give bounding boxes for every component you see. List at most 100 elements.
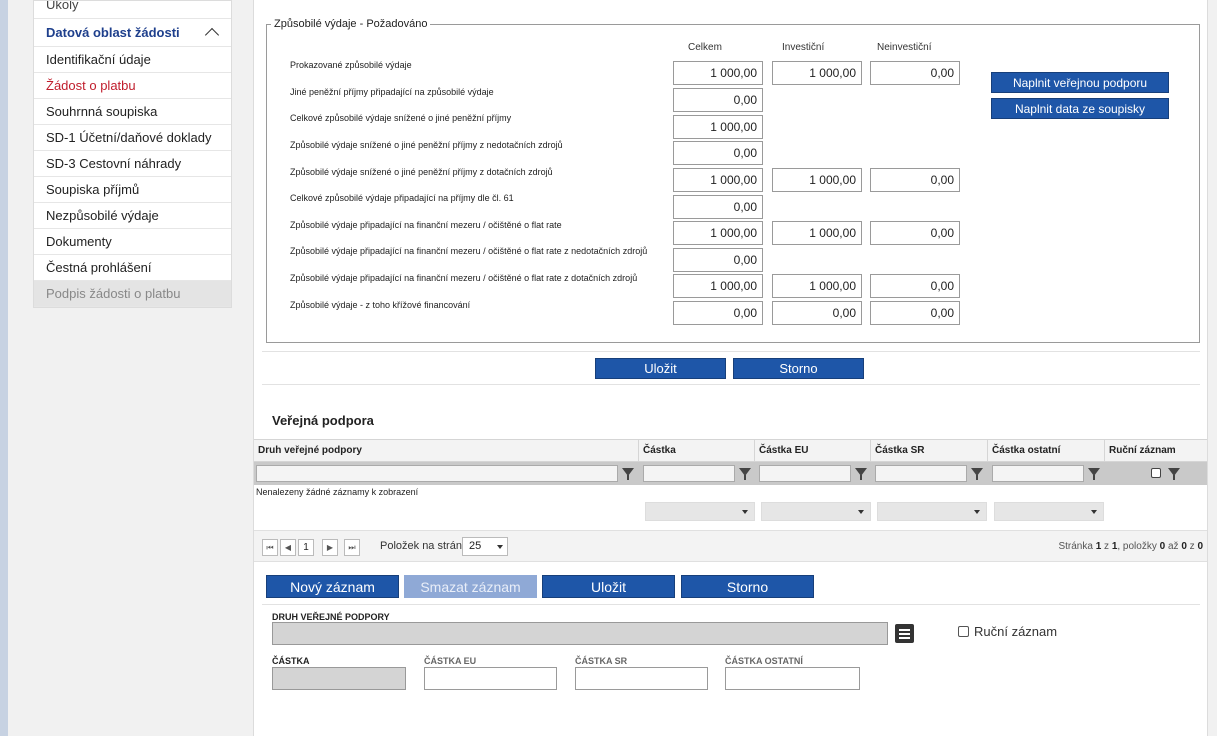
investicni-input[interactable]: 1 000,00	[772, 168, 862, 192]
castka-label: ČÁSTKA	[272, 656, 310, 666]
dropdown-arrow-icon	[497, 545, 503, 549]
form-separator	[262, 604, 1200, 605]
new-record-button[interactable]: Nový záznam	[266, 575, 399, 598]
delete-record-button[interactable]: Smazat záznam	[404, 575, 537, 598]
celkem-input[interactable]: 0,00	[673, 195, 763, 219]
celkem-input[interactable]: 0,00	[673, 141, 763, 165]
celkem-input[interactable]: 0,00	[673, 301, 763, 325]
filter-rucni-checkbox[interactable]	[1151, 468, 1161, 478]
sidebar-nav: Úkoly Datová oblast žádosti Identifikačn…	[33, 0, 232, 308]
investicni-input[interactable]: 1 000,00	[772, 61, 862, 85]
sidebar-item-identifikacni-udaje[interactable]: Identifikační údaje	[34, 47, 231, 73]
sidebar-item-soupiska-prijmu[interactable]: Soupiska příjmů	[34, 177, 231, 203]
filter-icon[interactable]	[971, 468, 983, 480]
celkem-input[interactable]: 1 000,00	[673, 221, 763, 245]
dropdown-arrow-icon	[1091, 510, 1097, 514]
main-panel: Způsobilé výdaje - Požadováno Celkem Inv…	[253, 0, 1208, 736]
castka-ostatni-field[interactable]	[725, 667, 860, 690]
naplnit-verejnou-podporu-button[interactable]: Naplnit veřejnou podporu	[991, 72, 1169, 93]
summary-castka-eu-select[interactable]	[761, 502, 871, 521]
filter-icon[interactable]	[1168, 468, 1180, 480]
filter-castka-sr-input[interactable]	[875, 465, 967, 482]
row-label-flat-rate-nedotacni: Způsobilé výdaje připadající na finanční…	[290, 246, 648, 256]
prev-page-icon[interactable]: ◀	[280, 539, 296, 556]
filter-icon[interactable]	[622, 468, 634, 480]
sidebar-item-ukoly[interactable]: Úkoly	[34, 1, 231, 19]
grid-summary-row	[254, 499, 1207, 523]
col-castka-eu[interactable]: Částka EU	[755, 440, 871, 462]
investicni-input[interactable]: 1 000,00	[772, 221, 862, 245]
neinvesticni-input[interactable]: 0,00	[870, 168, 960, 192]
col-druh[interactable]: Druh veřejné podpory	[254, 440, 639, 462]
summary-castka-sr-select[interactable]	[877, 502, 987, 521]
sidebar-item-zadost-o-platbu[interactable]: Žádost o platbu	[34, 73, 231, 99]
castka-field[interactable]	[272, 667, 406, 690]
sidebar-section-label: Datová oblast žádosti	[46, 25, 180, 40]
castka-sr-label: ČÁSTKA SR	[575, 656, 628, 666]
next-page-icon[interactable]: ▶	[322, 539, 338, 556]
col-castka-ostatni[interactable]: Částka ostatní	[988, 440, 1105, 462]
filter-icon[interactable]	[739, 468, 751, 480]
celkem-input[interactable]: 1 000,00	[673, 274, 763, 298]
list-icon[interactable]	[895, 624, 914, 643]
celkem-input[interactable]: 0,00	[673, 248, 763, 272]
row-label-prokazovane: Prokazované způsobilé výdaje	[290, 60, 412, 70]
dropdown-arrow-icon	[742, 510, 748, 514]
checkbox-icon	[958, 626, 969, 637]
castka-eu-label: ČÁSTKA EU	[424, 656, 477, 666]
current-page-input[interactable]: 1	[298, 539, 314, 556]
form-cancel-button[interactable]: Storno	[681, 575, 814, 598]
neinvesticni-input[interactable]: 0,00	[870, 61, 960, 85]
cancel-button[interactable]: Storno	[733, 358, 864, 379]
left-accent-bar	[0, 0, 8, 736]
col-castka[interactable]: Částka	[639, 440, 755, 462]
celkem-input[interactable]: 0,00	[673, 88, 763, 112]
col-rucni-zaznam[interactable]: Ruční záznam	[1105, 440, 1207, 462]
filter-castka-ostatni-input[interactable]	[992, 465, 1084, 482]
investicni-input[interactable]: 0,00	[772, 301, 862, 325]
action-bar: Uložit Storno	[262, 351, 1200, 385]
sidebar-item-dokumenty[interactable]: Dokumenty	[34, 229, 231, 255]
sidebar-item-nezpusobile-vydaje[interactable]: Nezpůsobilé výdaje	[34, 203, 231, 229]
per-page-select[interactable]: 25	[462, 537, 508, 556]
grid-filter-row	[254, 462, 1207, 485]
filter-druh-input[interactable]	[256, 465, 618, 482]
filter-castka-eu-input[interactable]	[759, 465, 851, 482]
row-label-flat-rate-dotacni: Způsobilé výdaje připadající na finanční…	[290, 273, 638, 283]
rucni-zaznam-checkbox[interactable]: Ruční záznam	[958, 624, 1057, 639]
filter-icon[interactable]	[855, 468, 867, 480]
save-button[interactable]: Uložit	[595, 358, 726, 379]
neinvesticni-input[interactable]: 0,00	[870, 221, 960, 245]
row-label-jine-prijmy: Jiné peněžní příjmy připadající na způso…	[290, 87, 494, 97]
sidebar-section-datova-oblast[interactable]: Datová oblast žádosti	[34, 19, 231, 47]
filter-icon[interactable]	[1088, 468, 1100, 480]
naplnit-data-ze-soupisky-button[interactable]: Naplnit data ze soupisky	[991, 98, 1169, 119]
dropdown-arrow-icon	[974, 510, 980, 514]
first-page-icon[interactable]: ⏮	[262, 539, 278, 556]
castka-eu-field[interactable]	[424, 667, 557, 690]
investicni-input[interactable]: 1 000,00	[772, 274, 862, 298]
col-castka-sr[interactable]: Částka SR	[871, 440, 988, 462]
sidebar-item-sd1[interactable]: SD-1 Účetní/daňové doklady	[34, 125, 231, 151]
sidebar-item-cestna-prohlaseni[interactable]: Čestná prohlášení	[34, 255, 231, 281]
castka-sr-field[interactable]	[575, 667, 708, 690]
sidebar-item-podpis[interactable]: Podpis žádosti o platbu	[34, 281, 231, 307]
neinvesticni-input[interactable]: 0,00	[870, 274, 960, 298]
sidebar-item-souhrnna-soupiska[interactable]: Souhrnná soupiska	[34, 99, 231, 125]
verejna-podpora-heading: Veřejná podpora	[272, 413, 374, 428]
summary-castka-ostatni-select[interactable]	[994, 502, 1104, 521]
grid-header: Druh veřejné podpory Částka Částka EU Čá…	[254, 439, 1207, 462]
summary-castka-select[interactable]	[645, 502, 755, 521]
celkem-input[interactable]: 1 000,00	[673, 168, 763, 192]
chevron-up-icon[interactable]	[204, 27, 220, 43]
celkem-input[interactable]: 1 000,00	[673, 61, 763, 85]
form-save-button[interactable]: Uložit	[542, 575, 675, 598]
sidebar-item-sd3[interactable]: SD-3 Cestovní náhrady	[34, 151, 231, 177]
last-page-icon[interactable]: ⏭	[344, 539, 360, 556]
dropdown-arrow-icon	[858, 510, 864, 514]
druh-field-label: DRUH VEŘEJNÉ PODPORY	[272, 612, 390, 622]
filter-castka-input[interactable]	[643, 465, 735, 482]
druh-verejne-podpory-field[interactable]	[272, 622, 888, 645]
neinvesticni-input[interactable]: 0,00	[870, 301, 960, 325]
celkem-input[interactable]: 1 000,00	[673, 115, 763, 139]
